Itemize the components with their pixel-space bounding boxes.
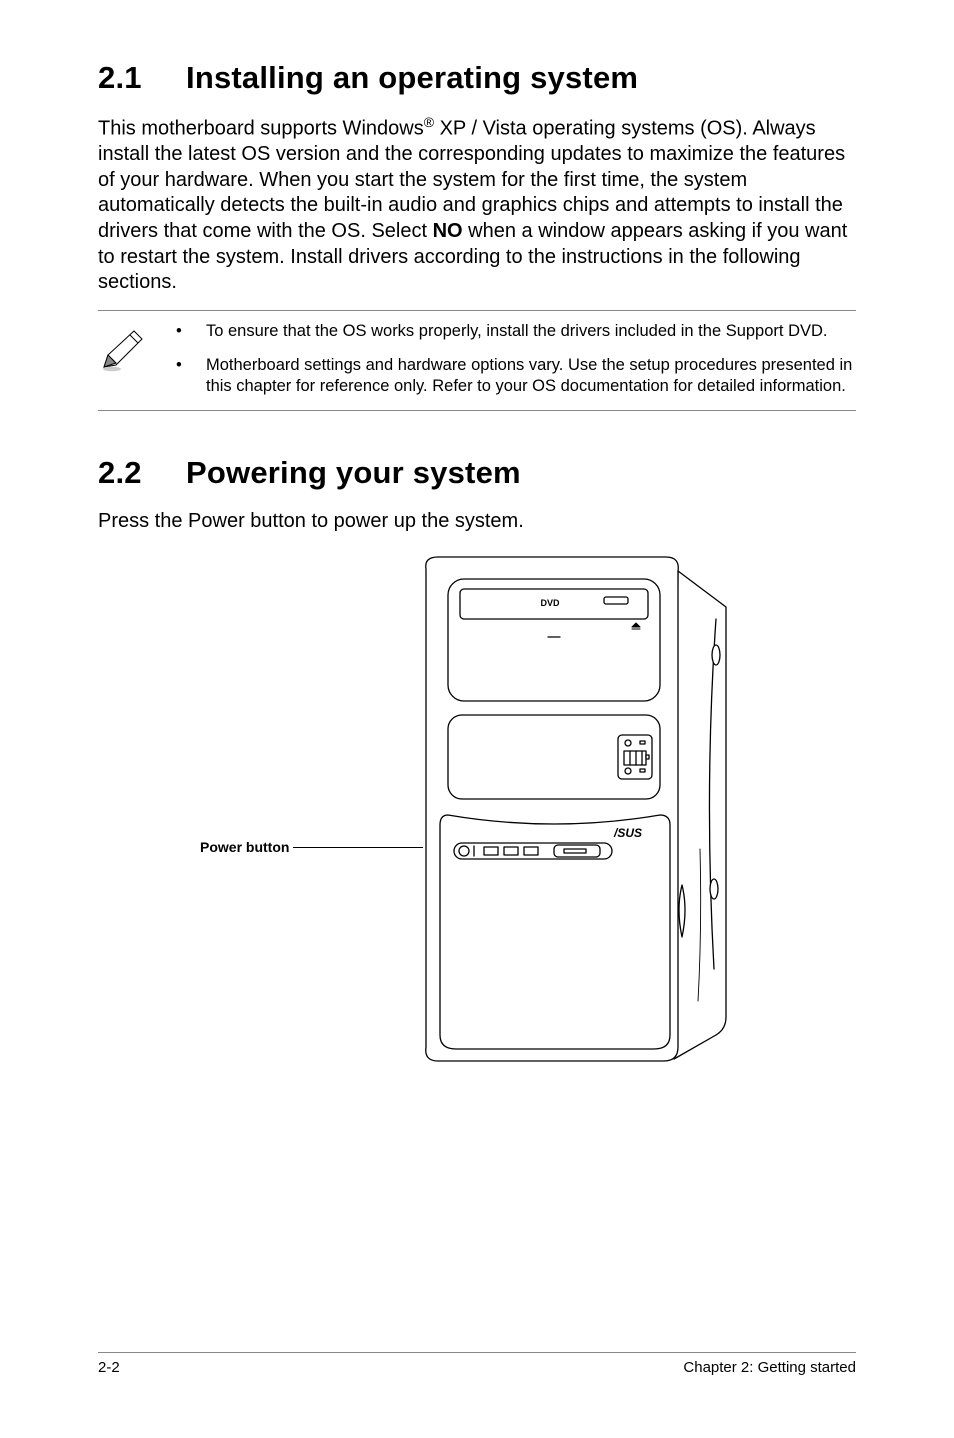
registered-mark: ® [424, 114, 434, 130]
body-pre: This motherboard supports Windows [98, 118, 424, 140]
tower-svg: DVD [378, 549, 778, 1069]
note-items: • To ensure that the OS works properly, … [154, 321, 856, 398]
note-text: Motherboard settings and hardware option… [206, 355, 856, 399]
section-title-text: Installing an operating system [186, 60, 638, 95]
footer-page-number: 2-2 [98, 1359, 120, 1376]
page-footer: 2-2 Chapter 2: Getting started [98, 1352, 856, 1376]
bullet: • [176, 321, 206, 343]
bold-no: NO [433, 220, 463, 242]
svg-text:/SUS: /SUS [613, 826, 642, 840]
note-text: To ensure that the OS works properly, in… [206, 321, 856, 343]
power-button-label: Power button [200, 839, 289, 855]
bullet: • [176, 355, 206, 399]
section-2-1-body: This motherboard supports Windows® XP / … [98, 114, 856, 296]
section-2-2-heading: 2.2Powering your system [98, 455, 856, 491]
section-number: 2.1 [98, 60, 186, 96]
section-number: 2.2 [98, 455, 186, 491]
footer-chapter: Chapter 2: Getting started [683, 1359, 856, 1376]
note-pencil-icon [98, 321, 154, 398]
tower-diagram: Power button DVD [98, 549, 856, 1109]
section-2-1-heading: 2.1Installing an operating system [98, 60, 856, 96]
note-block: • To ensure that the OS works properly, … [98, 310, 856, 411]
section-title-text: Powering your system [186, 455, 521, 490]
note-item: • To ensure that the OS works properly, … [176, 321, 856, 343]
section-2-2-body: Press the Power button to power up the s… [98, 509, 856, 535]
note-item: • Motherboard settings and hardware opti… [176, 355, 856, 399]
svg-text:DVD: DVD [540, 598, 560, 608]
